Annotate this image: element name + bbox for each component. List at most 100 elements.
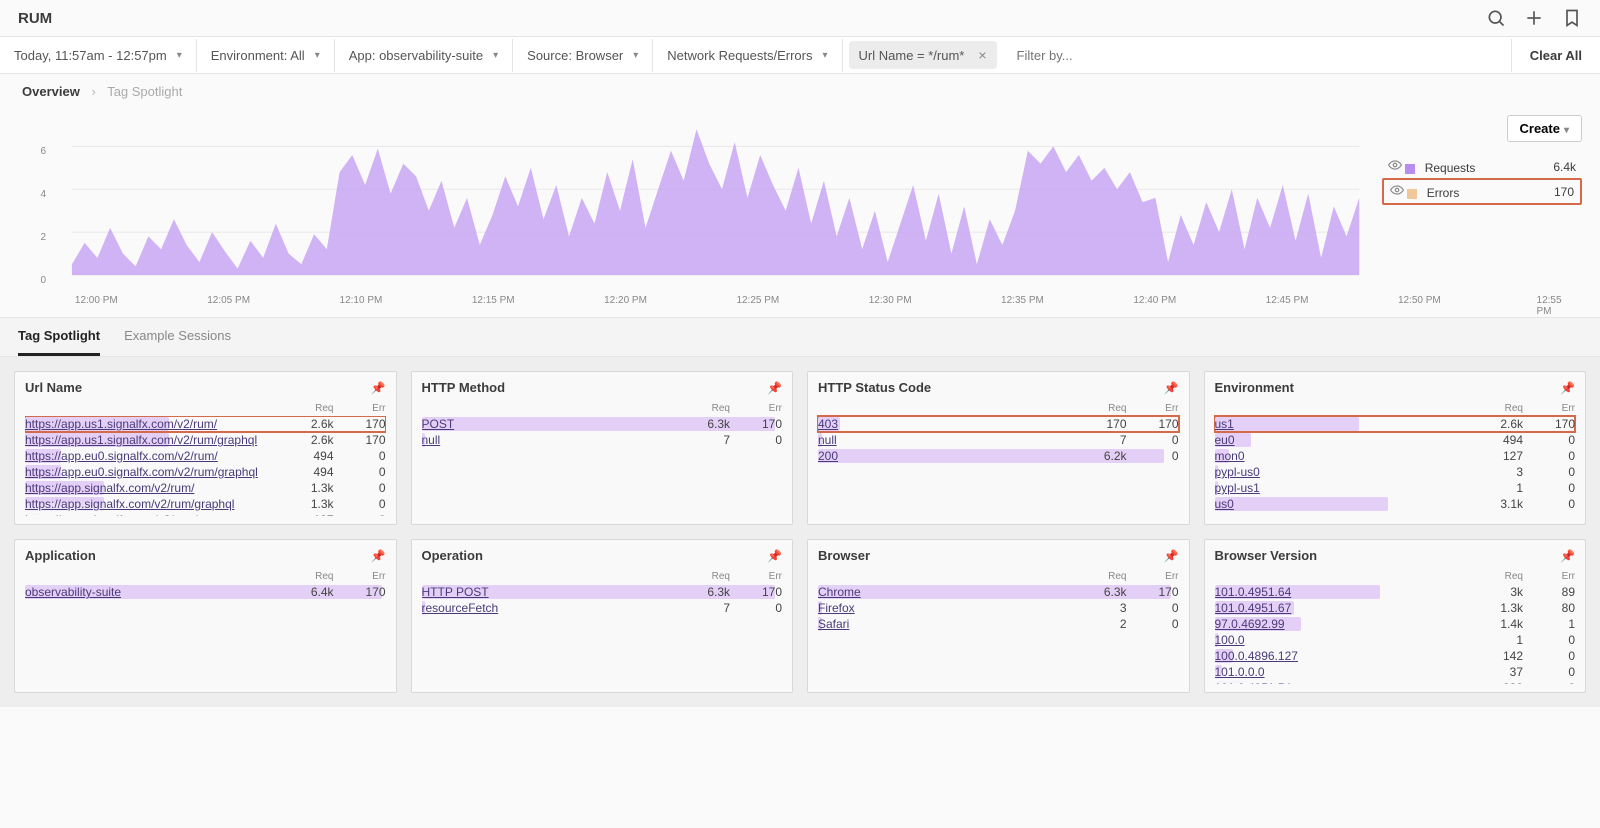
source-filter[interactable]: Source: Browser	[513, 39, 653, 72]
table-row[interactable]: us03.1k0	[1215, 496, 1576, 512]
table-row[interactable]: resourceFetch70	[422, 600, 783, 616]
table-row[interactable]: https://app.us1.signalfx.com/v2/rum/grap…	[25, 432, 386, 448]
table-row[interactable]: https://app.signalfx.com/v2/rum/graphql1…	[25, 496, 386, 512]
row-label[interactable]: 101.0.0.0	[1215, 665, 1472, 679]
pin-icon[interactable]: 📌	[1560, 549, 1575, 563]
table-row[interactable]: https://app.signalfx.com/v2/rum/1.3k0	[25, 480, 386, 496]
row-label[interactable]: mon0	[1215, 449, 1472, 463]
row-label[interactable]: us0	[1215, 497, 1472, 511]
create-button[interactable]: Create	[1507, 115, 1583, 142]
row-label[interactable]: Chrome	[818, 585, 1075, 599]
row-label[interactable]: 100.0.4896.127	[1215, 649, 1472, 663]
row-label[interactable]: https://app.us1.signalfx.com/v2/rum/	[25, 417, 282, 431]
row-label[interactable]: Firefox	[818, 601, 1075, 615]
table-row[interactable]: POST6.3k170	[422, 416, 783, 432]
legend-swatch-requests	[1405, 164, 1415, 174]
row-label[interactable]: eu0	[1215, 433, 1472, 447]
row-label[interactable]: null	[818, 433, 1075, 447]
pin-icon[interactable]: 📌	[767, 549, 782, 563]
row-label[interactable]: null	[422, 433, 679, 447]
table-row[interactable]: mon01270	[1215, 448, 1576, 464]
row-label[interactable]: 200	[818, 449, 1075, 463]
filter-input[interactable]	[1003, 39, 1511, 72]
row-label[interactable]: pypl-us1	[1215, 481, 1472, 495]
row-req: 170	[1075, 417, 1127, 431]
pin-icon[interactable]: 📌	[1164, 549, 1179, 563]
table-row[interactable]: 100.010	[1215, 632, 1576, 648]
requests-chart[interactable]: 0246	[18, 115, 1366, 295]
table-row[interactable]: Safari20	[818, 616, 1179, 632]
row-req: 6.3k	[678, 585, 730, 599]
page-title: RUM	[18, 10, 52, 27]
table-row[interactable]: 100.0.4896.1271420	[1215, 648, 1576, 664]
table-row[interactable]: 97.0.4692.991.4k1	[1215, 616, 1576, 632]
row-label[interactable]: POST	[422, 417, 679, 431]
row-label[interactable]: 403	[818, 417, 1075, 431]
row-label[interactable]: https://app.eu0.signalfx.com/v2/rum/	[25, 449, 282, 463]
table-row[interactable]: Firefox30	[818, 600, 1179, 616]
metric-filter[interactable]: Network Requests/Errors	[653, 39, 842, 72]
table-row[interactable]: eu04940	[1215, 432, 1576, 448]
table-row[interactable]: 101.0.0.0370	[1215, 664, 1576, 680]
pin-icon[interactable]: 📌	[371, 381, 386, 395]
table-row[interactable]: observability-suite6.4k170	[25, 584, 386, 600]
table-row[interactable]: Chrome6.3k170	[818, 584, 1179, 600]
table-row[interactable]: HTTP POST6.3k170	[422, 584, 783, 600]
table-row[interactable]: 2006.2k0	[818, 448, 1179, 464]
table-row[interactable]: pypl-us110	[1215, 480, 1576, 496]
table-row[interactable]: https://app.us1.signalfx.com/v2/rum/2.6k…	[25, 416, 386, 432]
row-req: 6.2k	[1075, 449, 1127, 463]
legend-row-errors[interactable]: Errors 170	[1382, 178, 1582, 205]
table-row[interactable]: https://mon.signalfx.com/v2/rum/1270	[25, 512, 386, 516]
row-label[interactable]: https://app.signalfx.com/v2/rum/graphql	[25, 497, 282, 511]
close-icon[interactable]: ×	[978, 47, 986, 63]
search-icon[interactable]	[1486, 8, 1506, 28]
clear-all-button[interactable]: Clear All	[1511, 39, 1600, 72]
row-label[interactable]: resourceFetch	[422, 601, 679, 615]
table-row[interactable]: null70	[422, 432, 783, 448]
row-label[interactable]: 100.0	[1215, 633, 1472, 647]
row-label[interactable]: 97.0.4692.99	[1215, 617, 1472, 631]
app-filter[interactable]: App: observability-suite	[335, 39, 513, 72]
row-label[interactable]: https://app.eu0.signalfx.com/v2/rum/grap…	[25, 465, 282, 479]
panel-title: Environment	[1215, 380, 1294, 395]
pin-icon[interactable]: 📌	[371, 549, 386, 563]
row-label[interactable]: 101.0.4951.67	[1215, 601, 1472, 615]
row-label[interactable]: pypl-us0	[1215, 465, 1472, 479]
tab-example-sessions[interactable]: Example Sessions	[124, 318, 231, 356]
pin-icon[interactable]: 📌	[1164, 381, 1179, 395]
environment-filter[interactable]: Environment: All	[197, 39, 335, 72]
pin-icon[interactable]: 📌	[1560, 381, 1575, 395]
tab-tag-spotlight[interactable]: Tag Spotlight	[18, 318, 100, 356]
pin-icon[interactable]: 📌	[767, 381, 782, 395]
row-label[interactable]: 101.0.4951.54	[1215, 681, 1472, 684]
plus-icon[interactable]	[1524, 8, 1544, 28]
table-row[interactable]: 101.0.4951.643k89	[1215, 584, 1576, 600]
breadcrumb-root[interactable]: Overview	[22, 84, 80, 99]
row-label[interactable]: https://mon.signalfx.com/v2/rum/	[25, 513, 282, 516]
panel-browser: Browser📌ReqErrChrome6.3k170Firefox30Safa…	[807, 539, 1190, 693]
table-row[interactable]: null70	[818, 432, 1179, 448]
bookmark-icon[interactable]	[1562, 8, 1582, 28]
tag-filter-chip[interactable]: Url Name = */rum* ×	[849, 41, 997, 69]
legend-value-errors: 170	[1554, 185, 1574, 199]
row-label[interactable]: HTTP POST	[422, 585, 679, 599]
table-row[interactable]: us12.6k170	[1215, 416, 1576, 432]
row-label[interactable]: us1	[1215, 417, 1472, 431]
row-label[interactable]: observability-suite	[25, 585, 282, 599]
row-label[interactable]: https://app.us1.signalfx.com/v2/rum/grap…	[25, 433, 282, 447]
table-row[interactable]: https://app.eu0.signalfx.com/v2/rum/4940	[25, 448, 386, 464]
row-label[interactable]: https://app.signalfx.com/v2/rum/	[25, 481, 282, 495]
table-row[interactable]: 101.0.4951.671.3k80	[1215, 600, 1576, 616]
row-req: 142	[1471, 649, 1523, 663]
time-range-filter[interactable]: Today, 11:57am - 12:57pm	[0, 39, 197, 72]
table-row[interactable]: pypl-us030	[1215, 464, 1576, 480]
table-row[interactable]: 101.0.4951.543390	[1215, 680, 1576, 684]
legend-row-requests[interactable]: Requests 6.4k	[1382, 155, 1582, 178]
row-label[interactable]: 101.0.4951.64	[1215, 585, 1472, 599]
row-err: 170	[334, 433, 386, 447]
chevron-right-icon: ›	[91, 84, 95, 99]
table-row[interactable]: https://app.eu0.signalfx.com/v2/rum/grap…	[25, 464, 386, 480]
table-row[interactable]: 403170170	[818, 416, 1179, 432]
row-label[interactable]: Safari	[818, 617, 1075, 631]
